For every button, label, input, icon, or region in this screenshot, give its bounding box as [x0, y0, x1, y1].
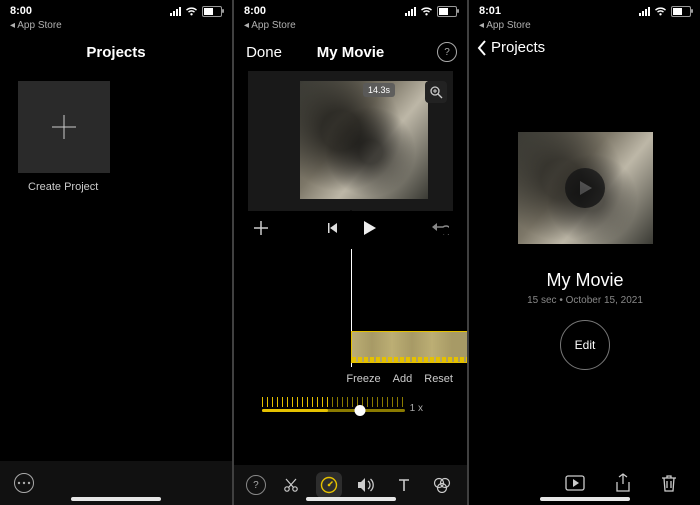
nav-bar: Done My Movie ? — [234, 33, 467, 71]
more-icon — [17, 481, 31, 485]
filters-tool[interactable] — [429, 472, 455, 498]
filters-icon — [433, 477, 451, 493]
speed-slider[interactable]: 1 x — [244, 387, 457, 423]
clip-waveform — [352, 357, 468, 362]
speed-actions: Freeze Add Reset — [234, 367, 467, 387]
preview-panel: 14.3s — [248, 71, 453, 211]
back-to-app[interactable]: ◂ App Store — [0, 20, 232, 33]
speedometer-icon — [320, 476, 338, 494]
play-video-button[interactable] — [565, 475, 585, 491]
preview-timestamp: 14.3s — [363, 83, 395, 97]
project-title: My Movie — [469, 270, 700, 291]
status-time: 8:00 — [244, 5, 266, 17]
phone-project-detail: 8:01 ◂ App Store Projects My Movie 15 se… — [469, 0, 700, 505]
status-bar: 8:01 — [469, 0, 700, 20]
share-icon — [615, 473, 631, 493]
zoom-icon — [430, 86, 443, 99]
back-to-app[interactable]: ◂ App Store — [234, 20, 467, 33]
project-meta: 15 sec • October 15, 2021 — [469, 295, 700, 306]
clip[interactable] — [351, 331, 468, 363]
back-to-app[interactable]: ◂ App Store — [469, 20, 700, 33]
zoom-button[interactable] — [425, 81, 447, 103]
back-label: Projects — [491, 39, 545, 56]
wifi-icon — [185, 6, 198, 16]
delete-button[interactable] — [661, 474, 677, 492]
speed-ticks — [262, 397, 405, 407]
back-button[interactable]: Projects — [469, 33, 553, 62]
status-bar: 8:00 — [0, 0, 232, 20]
undo-button[interactable] — [431, 221, 449, 235]
battery-icon — [437, 6, 457, 17]
plus-icon — [252, 219, 270, 237]
create-project-button[interactable] — [18, 81, 110, 173]
cut-tool[interactable] — [278, 472, 304, 498]
text-icon — [397, 478, 411, 492]
done-button[interactable]: Done — [244, 44, 284, 61]
wifi-icon — [654, 6, 667, 16]
phone-editor: 8:00 ◂ App Store Done My Movie ? 14.3s — [234, 0, 467, 505]
wifi-icon — [420, 6, 433, 16]
trash-icon — [661, 474, 677, 492]
volume-icon — [357, 477, 375, 493]
play-icon — [361, 220, 377, 236]
help-button[interactable]: ? — [437, 42, 457, 62]
play-button[interactable] — [361, 220, 377, 236]
speed-multiplier: 1 x — [410, 403, 423, 414]
skip-start-icon — [325, 221, 339, 235]
edit-button[interactable]: Edit — [560, 320, 610, 370]
scissors-icon — [283, 477, 299, 493]
undo-icon — [431, 221, 449, 235]
speed-add-button[interactable]: Add — [393, 373, 413, 385]
skip-start-button[interactable] — [325, 221, 339, 235]
add-media-button[interactable] — [252, 219, 270, 237]
freeze-button[interactable]: Freeze — [346, 373, 380, 385]
plus-icon — [49, 112, 79, 142]
preview-notch — [344, 210, 358, 217]
home-indicator[interactable] — [71, 497, 161, 501]
signal-icon — [170, 7, 181, 16]
nav-bar: Projects — [0, 33, 232, 71]
home-indicator[interactable] — [306, 497, 396, 501]
editor-help-button[interactable]: ? — [246, 475, 266, 495]
create-project-label: Create Project — [28, 181, 232, 193]
preview-image — [300, 81, 428, 199]
project-thumbnail[interactable] — [518, 132, 653, 244]
play-overlay[interactable] — [565, 168, 605, 208]
battery-icon — [202, 6, 222, 17]
signal-icon — [639, 7, 650, 16]
page-title: Projects — [0, 44, 232, 61]
battery-icon — [671, 6, 691, 17]
timeline[interactable] — [234, 249, 467, 367]
chevron-left-icon — [477, 40, 487, 56]
text-tool[interactable] — [391, 472, 417, 498]
volume-tool[interactable] — [353, 472, 379, 498]
reset-button[interactable]: Reset — [424, 373, 453, 385]
home-indicator[interactable] — [540, 497, 630, 501]
speed-tool[interactable] — [316, 472, 342, 498]
phone-projects-list: 8:00 ◂ App Store Projects Create Project — [0, 0, 232, 505]
speed-track — [262, 409, 405, 412]
more-button[interactable] — [14, 473, 34, 493]
share-button[interactable] — [615, 473, 631, 493]
status-bar: 8:00 — [234, 0, 467, 20]
play-rect-icon — [565, 475, 585, 491]
signal-icon — [405, 7, 416, 16]
help-icon: ? — [253, 480, 259, 491]
status-time: 8:00 — [10, 5, 32, 17]
play-icon — [577, 180, 593, 196]
speed-knob[interactable] — [354, 405, 365, 416]
status-time: 8:01 — [479, 5, 501, 17]
help-icon: ? — [444, 47, 450, 58]
